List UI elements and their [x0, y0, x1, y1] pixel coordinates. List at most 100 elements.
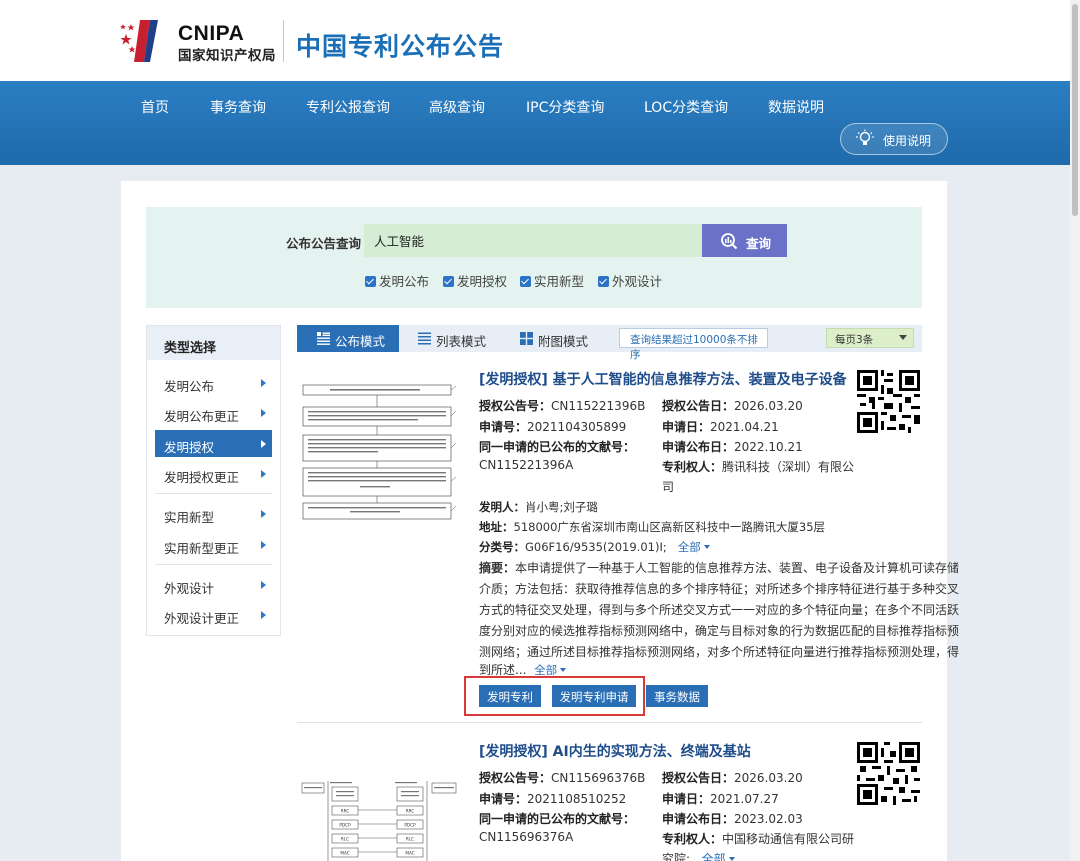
filter-design[interactable]: 外观设计 [598, 271, 662, 290]
sidebar-item-label: 发明公布 [164, 379, 215, 394]
field-label: 同一申请的已公布的文献号： [479, 812, 636, 826]
qr-code-icon [857, 742, 920, 805]
drawing-label: MAC [340, 851, 349, 856]
logo-name: 国家知识产权局 [178, 48, 276, 64]
nav-home[interactable]: 首页 [141, 97, 169, 117]
doc-list-icon [317, 332, 330, 345]
nav-ipc-query[interactable]: IPC分类查询 [526, 97, 604, 117]
chevron-right-icon [261, 581, 266, 589]
patentee-continued: 司 [662, 480, 675, 494]
nav-advanced-query[interactable]: 高级查询 [429, 97, 485, 117]
field-label: 分类号： [479, 540, 525, 554]
sidebar-item-invention-grant-correction[interactable]: 发明授权更正 [155, 460, 272, 487]
grant-number: 授权公告号：CN115696376B [479, 769, 645, 786]
page-scrollbar[interactable] [1070, 0, 1080, 861]
type-sidebar: 类型选择 发明公布 发明公布更正 发明授权 发明授权更正 实用新型 实用新型更正… [146, 325, 281, 636]
abstract-line: 测网络；通过所述目标推荐指标预测网络，对多个所述特征向量进行推荐指标预测处理，得 [479, 645, 960, 659]
tab-list-mode[interactable]: 列表模式 [400, 325, 500, 352]
sidebar-item-label: 发明授权更正 [164, 470, 240, 485]
sidebar-item-invention-grant[interactable]: 发明授权 [155, 430, 272, 457]
checkbox-checked-icon[interactable] [520, 276, 531, 287]
sidebar-item-design[interactable]: 外观设计 [155, 571, 272, 598]
sidebar-item-design-correction[interactable]: 外观设计更正 [155, 601, 272, 628]
per-page-select[interactable]: 每页3条 [826, 328, 914, 348]
filter-invention-publication[interactable]: 发明公布 [365, 271, 429, 290]
show-all-link[interactable]: 全部 [678, 540, 710, 554]
field-value: CN115696376B [551, 771, 646, 785]
drawing-label: RLC [406, 837, 414, 842]
field-value: 518000广东省深圳市南山区高新区科技中一路腾讯大厦35层 [513, 520, 826, 534]
sidebar-item-utility-model-correction[interactable]: 实用新型更正 [155, 531, 272, 558]
published-doc-number: CN115221396A [479, 458, 574, 472]
show-all-abstract-link[interactable]: 全部 [534, 663, 567, 677]
sidebar-item-invention-publication[interactable]: 发明公布 [155, 369, 272, 396]
show-all-link[interactable]: 全部 [702, 852, 735, 861]
sidebar-item-invention-publication-correction[interactable]: 发明公布更正 [155, 399, 272, 426]
field-value: 中国移动通信有限公司研 [722, 832, 855, 846]
checkbox-checked-icon[interactable] [365, 276, 376, 287]
field-value: 究院; [662, 852, 691, 861]
filter-invention-grant[interactable]: 发明授权 [443, 271, 507, 290]
nav-loc-query[interactable]: LOC分类查询 [644, 97, 728, 117]
filter-utility-model[interactable]: 实用新型 [520, 271, 584, 290]
field-label: 申请号： [479, 792, 528, 806]
field-label: 申请公布日： [662, 440, 735, 454]
record-title[interactable]: [发明授权] 基于人工智能的信息推荐方法、装置及电子设备 [479, 369, 847, 389]
field-value: 肖小粤;刘子璐 [525, 500, 598, 514]
field-value: 2021.04.21 [710, 420, 779, 434]
chevron-down-icon [728, 857, 735, 861]
abstract-text: 到所述... [479, 663, 527, 677]
logo-abbr: CNIPA [178, 22, 245, 45]
field-value: G06F16/9535(2019.01)I; [525, 540, 667, 554]
field-label: 专利权人： [662, 460, 723, 474]
abstract-line: 摘要：本申请提供了一种基于人工智能的信息推荐方法、装置、电子设备及计算机可读存储 [479, 559, 959, 576]
search-button-label: 查询 [746, 237, 772, 251]
per-page-value: 每页3条 [835, 334, 874, 346]
highlight-annotation [464, 676, 645, 716]
sidebar-item-label: 发明公布更正 [164, 409, 240, 424]
tab-label: 公布模式 [335, 334, 386, 349]
field-label: 专利权人： [662, 832, 723, 846]
field-label: 同一申请的已公布的文献号： [479, 440, 636, 454]
lightbulb-icon [856, 129, 874, 145]
nav-gazette-query[interactable]: 专利公报查询 [306, 97, 390, 117]
tab-figure-mode[interactable]: 附图模式 [502, 325, 602, 352]
sidebar-item-utility-model[interactable]: 实用新型 [155, 500, 272, 527]
field-label: 发明人： [479, 500, 525, 514]
chevron-right-icon [261, 440, 266, 448]
patent-drawing-thumbnail[interactable] [300, 380, 460, 520]
tab-publication-mode[interactable]: 公布模式 [297, 325, 399, 352]
patentee: 专利权人：腾讯科技（深圳）有限公 [662, 458, 854, 475]
cnipa-logo-icon[interactable] [120, 18, 176, 62]
field-label: 地址： [479, 520, 514, 534]
field-label: 申请日： [662, 792, 711, 806]
field-value: 2021.07.27 [710, 792, 779, 806]
help-button[interactable]: 使用说明 [840, 123, 948, 155]
nav-data-description[interactable]: 数据说明 [768, 97, 824, 117]
chevron-right-icon [261, 510, 266, 518]
checkbox-checked-icon[interactable] [598, 276, 609, 287]
logo-divider [283, 20, 284, 62]
filter-label: 发明公布 [379, 274, 430, 289]
application-number: 申请号：2021108510252 [479, 790, 626, 807]
field-value: 2021108510252 [527, 792, 627, 806]
record-title[interactable]: [发明授权] AI内生的实现方法、终端及基站 [479, 741, 751, 761]
field-label: 授权公告号： [479, 399, 552, 413]
application-date: 申请日：2021.04.21 [662, 418, 779, 435]
tab-label: 列表模式 [436, 334, 487, 349]
affairs-data-button[interactable]: 事务数据 [646, 685, 708, 707]
scrollbar-thumb[interactable] [1072, 4, 1078, 216]
show-all-label: 全部 [534, 663, 558, 677]
publication-date: 申请公布日：2023.02.03 [662, 810, 803, 827]
abstract-line: 方式的特征交叉处理，得到与多个所述交叉方式一一对应的多个特征向量；在多个不同活跃 [479, 603, 960, 617]
patentee: 专利权人：中国移动通信有限公司研 [662, 830, 854, 847]
nav-affairs-query[interactable]: 事务查询 [210, 97, 266, 117]
search-button[interactable]: 查询 [702, 224, 787, 257]
chevron-down-icon [899, 335, 907, 340]
patent-drawing-thumbnail[interactable]: RRC PDCP RLC MAC RRC PDCP RLC MAC [300, 775, 460, 861]
show-all-label: 全部 [701, 852, 726, 861]
field-value: 2023.02.03 [734, 812, 803, 826]
field-label: 授权公告日： [662, 771, 735, 785]
checkbox-checked-icon[interactable] [443, 276, 454, 287]
search-input[interactable] [364, 224, 702, 257]
